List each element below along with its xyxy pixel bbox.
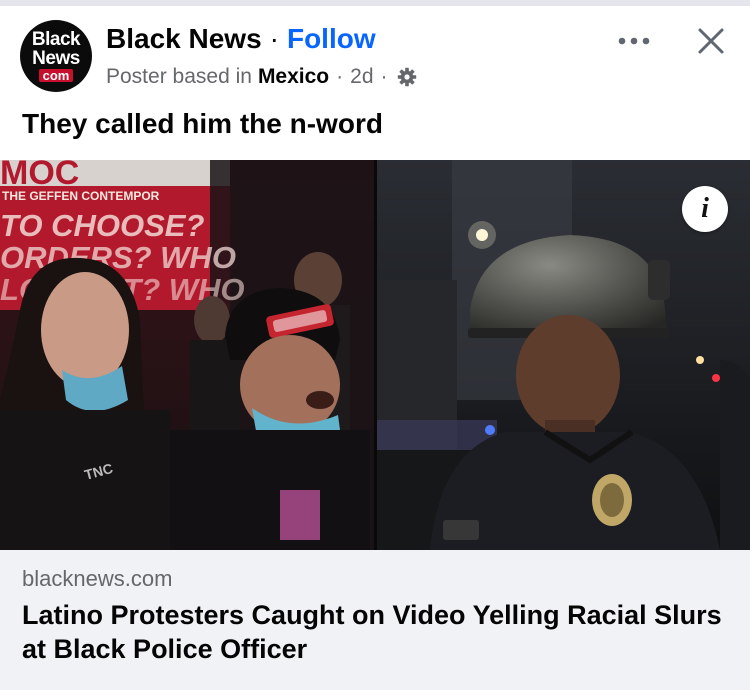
more-dots-icon xyxy=(618,37,650,45)
post-meta-line: Poster based in Mexico · 2d · xyxy=(106,62,417,92)
meta-separator: · xyxy=(336,65,344,88)
close-icon xyxy=(698,28,724,54)
page-name-link[interactable]: Black News xyxy=(106,23,262,55)
meta-prefix: Poster based in xyxy=(106,65,252,88)
banner-text-2: THE GEFFEN CONTEMPOR xyxy=(2,189,160,203)
post-time[interactable]: 2d xyxy=(350,65,373,89)
meta-separator: · xyxy=(380,65,388,88)
page-avatar[interactable]: Black News com xyxy=(20,20,92,92)
location-text: Mexico xyxy=(257,65,330,88)
info-button[interactable]: i xyxy=(682,186,728,232)
avatar-text-com: com xyxy=(38,69,74,82)
banner-text-3: TO CHOOSE? xyxy=(0,208,204,243)
avatar-text-news: News xyxy=(32,48,80,69)
protest-photo: MOC THE GEFFEN CONTEMPOR TO CHOOSE? ORDE… xyxy=(0,160,750,550)
link-domain: blacknews.com xyxy=(22,566,173,591)
separator-dot: · xyxy=(269,23,279,54)
follow-button[interactable]: Follow xyxy=(287,23,376,55)
post-author-line: Black News · Follow xyxy=(106,22,376,56)
post-image[interactable]: MOC THE GEFFEN CONTEMPOR TO CHOOSE? ORDE… xyxy=(0,160,750,550)
more-options-button[interactable] xyxy=(612,26,656,56)
link-title[interactable]: Latino Protesters Caught on Video Yellin… xyxy=(22,598,722,666)
info-icon: i xyxy=(701,193,709,224)
banner-text-4: ORDERS? WHO xyxy=(0,240,236,275)
avatar-text-black: Black xyxy=(31,29,81,50)
close-button[interactable] xyxy=(690,20,732,62)
gear-icon xyxy=(397,67,417,87)
post-caption: They called him the n-word xyxy=(22,108,383,139)
banner-text-1: MOC xyxy=(0,160,79,192)
